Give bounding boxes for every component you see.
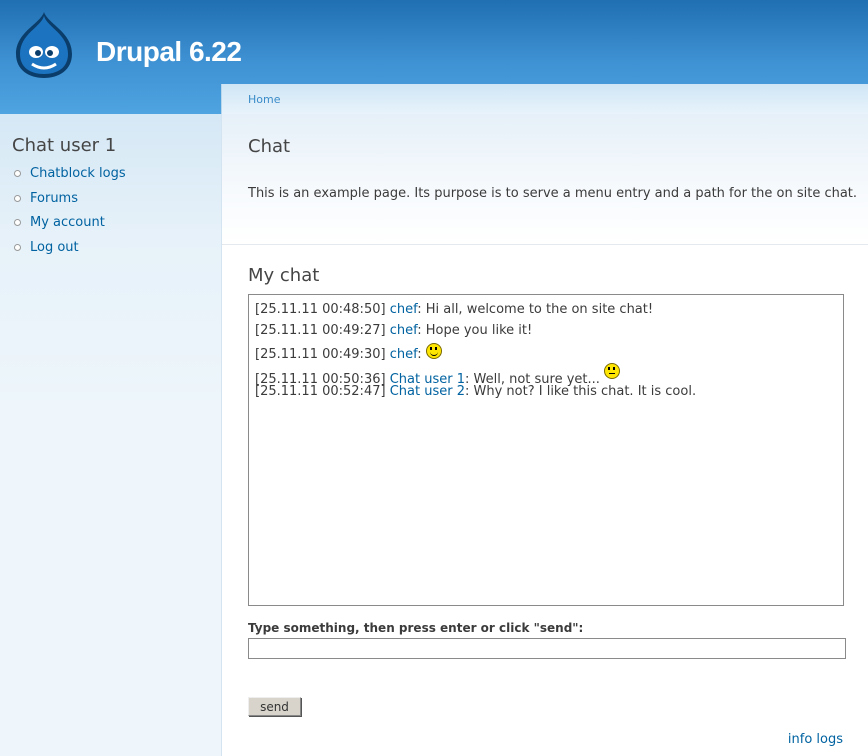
sidebar: Chat user 1 Chatblock logs Forums My acc… <box>0 114 221 756</box>
send-button[interactable]: send <box>248 697 301 716</box>
breadcrumb-home-link[interactable]: Home <box>248 93 280 106</box>
sidebar-title: Chat user 1 <box>12 135 117 156</box>
sidebar-item-chatblock-logs: Chatblock logs <box>12 166 126 191</box>
message-time: [25.11.11 00:48:50] <box>255 302 386 317</box>
message-user-link[interactable]: chef <box>390 347 418 362</box>
site-name[interactable]: Drupal 6.22 <box>96 36 242 68</box>
intro-text: This is an example page. Its purpose is … <box>248 186 858 201</box>
message-user-link[interactable]: Chat user 2 <box>390 384 465 399</box>
bullet-icon <box>14 170 21 177</box>
message-user-link[interactable]: chef <box>390 323 418 338</box>
message-user-link[interactable]: chef <box>390 302 418 317</box>
chat-input[interactable] <box>248 638 846 659</box>
intro-block: Chat This is an example page. Its purpos… <box>222 114 868 245</box>
sidebar-item-my-account: My account <box>12 215 126 240</box>
message-text: Hope you like it! <box>425 323 533 338</box>
bullet-icon <box>14 244 21 252</box>
main-content: Chat This is an example page. Its purpos… <box>221 114 868 756</box>
bullet-icon <box>14 194 21 202</box>
message-text: Why not? I like this chat. It is cool. <box>473 384 697 399</box>
sidebar-item-log-out: Log out <box>12 240 126 265</box>
sidebar-menu: Chatblock logs Forums My account Log out <box>12 166 126 265</box>
sidebar-item-forums: Forums <box>12 191 126 216</box>
sidebar-link-my-account[interactable]: My account <box>30 215 105 230</box>
sidebar-link-chatblock-logs[interactable]: Chatblock logs <box>30 166 126 181</box>
message-time: [25.11.11 00:49:30] <box>255 347 386 362</box>
smiley-unsure-icon <box>604 363 621 379</box>
sidebar-link-log-out[interactable]: Log out <box>30 240 79 255</box>
chat-title: My chat <box>248 265 320 286</box>
message-time: [25.11.11 00:49:27] <box>255 323 386 338</box>
sidebar-link-forums[interactable]: Forums <box>30 191 78 206</box>
message-text: Hi all, welcome to the on site chat! <box>425 302 654 317</box>
message-time: [25.11.11 00:52:47] <box>255 384 386 399</box>
chat-message: [25.11.11 00:48:50] chef: Hi all, welcom… <box>255 302 654 317</box>
chat-input-label: Type something, then press enter or clic… <box>248 621 584 635</box>
smiley-happy-icon <box>425 343 442 359</box>
chat-message: [25.11.11 00:52:47] Chat user 2: Why not… <box>255 384 697 399</box>
info-logs-link[interactable]: info logs <box>788 732 843 747</box>
bullet-icon <box>14 219 21 227</box>
chat-log[interactable]: [25.11.11 00:48:50] chef: Hi all, welcom… <box>248 294 844 606</box>
chat-message: [25.11.11 00:49:27] chef: Hope you like … <box>255 323 533 338</box>
chat-message: [25.11.11 00:49:30] chef: <box>255 343 442 362</box>
drupal-logo-icon[interactable] <box>12 10 76 80</box>
breadcrumb: Home <box>221 84 868 114</box>
page-title: Chat <box>248 136 291 157</box>
